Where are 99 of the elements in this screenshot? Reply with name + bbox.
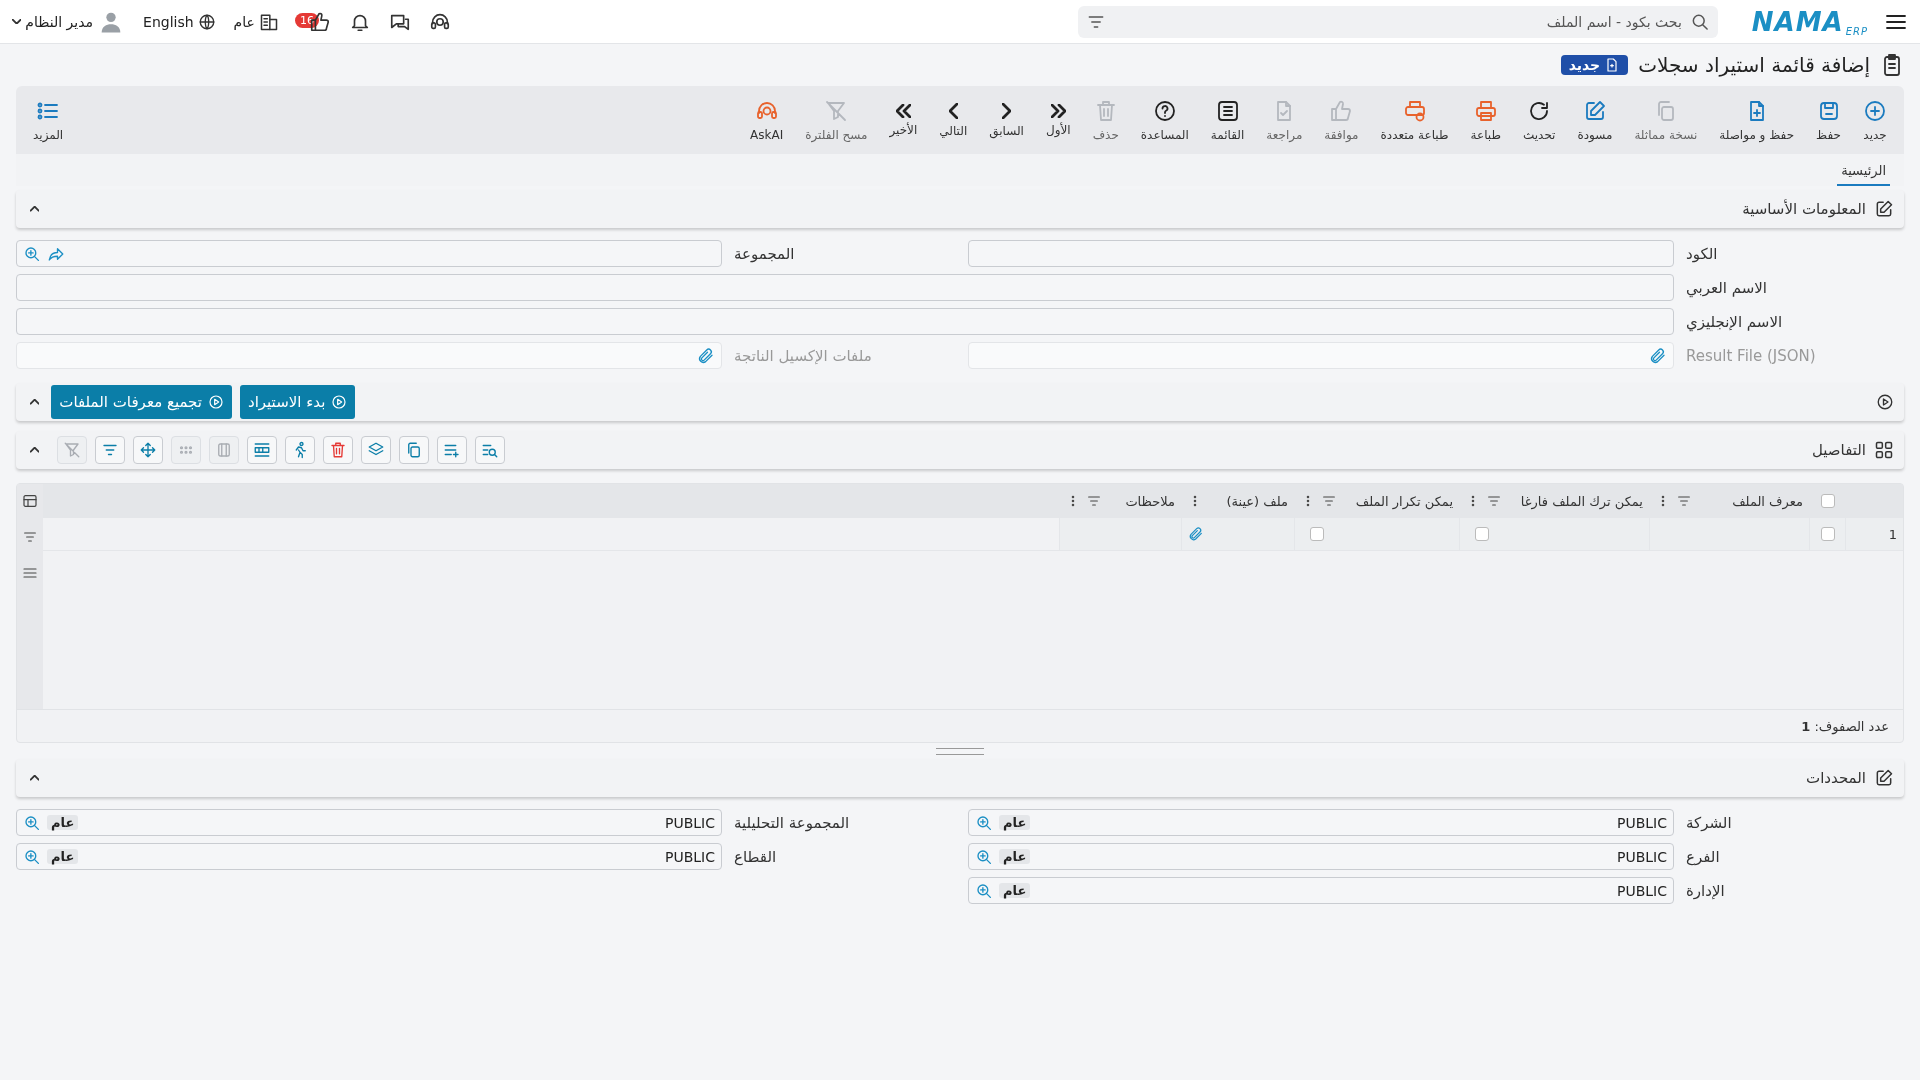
grid-tool-button[interactable]	[437, 436, 468, 464]
grid-tool-button[interactable]	[95, 436, 126, 464]
action-button[interactable]: بدء الاستيراد	[239, 385, 356, 419]
toolbar-button[interactable]: الأخير	[878, 86, 929, 154]
toolbar-button[interactable]: السابق	[978, 86, 1035, 154]
section-title: المعلومات الأساسية	[1742, 200, 1866, 218]
status-badge[interactable]: جديد	[1560, 55, 1629, 75]
input-field[interactable]	[16, 240, 722, 267]
chevron-icon	[30, 447, 40, 453]
grid-tool-button[interactable]	[475, 436, 506, 464]
page-title: إضافة قائمة استيراد سجلات	[1638, 53, 1870, 77]
field-label: القطاع	[734, 847, 777, 866]
search-icon	[975, 813, 993, 832]
field-label: المجموعة التحليلية	[734, 813, 850, 832]
caret-icon	[12, 18, 22, 25]
paperclip-icon	[1188, 526, 1204, 542]
toolbar-button[interactable]: القائمة	[1199, 86, 1256, 154]
search-icon	[975, 847, 993, 866]
field-label: الشركة	[1686, 813, 1732, 832]
chevron-icon	[30, 206, 40, 212]
edit-icon	[1874, 768, 1894, 788]
chip: عام	[999, 883, 1031, 898]
chevron-icon	[30, 399, 40, 405]
splitter-handle[interactable]	[936, 747, 984, 755]
filter-off-icon	[63, 441, 82, 459]
toolbar-button[interactable]: تحديث	[1511, 86, 1567, 154]
action-button[interactable]: تجميع معرفات الملفات	[51, 385, 232, 419]
field-value: PUBLIC	[1616, 814, 1667, 831]
play-icon	[1876, 393, 1894, 411]
chip: عام	[999, 849, 1031, 864]
scope-button[interactable]: عام	[231, 9, 281, 34]
toolbar-button[interactable]: حفظ و مواصلة	[1708, 86, 1806, 154]
field-label: Result File (JSON)	[1686, 346, 1816, 365]
field-value: PUBLIC	[1616, 882, 1667, 899]
input-field[interactable]	[968, 240, 1674, 267]
grid-tool-button[interactable]	[133, 436, 164, 464]
section-title: المحددات	[1806, 769, 1866, 787]
grid-tool-button[interactable]	[285, 436, 316, 464]
checkbox[interactable]	[1475, 527, 1489, 541]
filter-icon	[1086, 493, 1102, 509]
paperclip-icon	[1649, 346, 1667, 365]
menu-icon	[22, 565, 38, 581]
table-row-icon	[253, 441, 272, 459]
search-field[interactable]: بحث بكود - اسم الملف	[1077, 5, 1718, 38]
globe-icon	[197, 12, 216, 31]
search-icon	[975, 881, 993, 900]
field-label: الإدارة	[1686, 881, 1725, 900]
grid-tool-button[interactable]	[323, 436, 354, 464]
toolbar-button[interactable]: المزيد	[22, 86, 75, 154]
chip: عام	[999, 815, 1031, 830]
grid-icon	[1874, 440, 1894, 460]
grid-tool-button[interactable]	[361, 436, 392, 464]
field-label: الكود	[1686, 244, 1718, 263]
toolbar-button[interactable]: طباعة متعددة	[1369, 86, 1460, 154]
row-checkbox[interactable]	[1820, 527, 1835, 541]
toolbar-button[interactable]: طباعة	[1459, 86, 1512, 154]
filter-icon	[22, 529, 38, 545]
toolbar-button[interactable]: حفظ	[1805, 86, 1852, 154]
filter-icon	[1676, 493, 1692, 509]
field-label: ملفات الإكسيل الناتجة	[734, 346, 872, 365]
input-field[interactable]	[16, 308, 1674, 335]
search-icon	[23, 847, 41, 866]
select-all-checkbox[interactable]	[1820, 494, 1835, 508]
filter-icon	[1321, 493, 1337, 509]
play-icon	[331, 394, 348, 410]
field-value: PUBLIC	[664, 848, 715, 865]
section-title: التفاصيل	[1811, 441, 1866, 459]
edit-icon	[1874, 199, 1894, 219]
field-value: PUBLIC	[664, 814, 715, 831]
toolbar-button[interactable]: المساعدة	[1129, 86, 1200, 154]
search-icon	[23, 244, 41, 263]
filter-icon	[1486, 493, 1502, 509]
input-field[interactable]	[16, 274, 1674, 301]
toolbar-button[interactable]: الأول	[1034, 86, 1082, 154]
search-icon	[23, 813, 41, 832]
tab[interactable]: الرئيسية	[1837, 159, 1890, 186]
field-label: الفرع	[1686, 847, 1720, 866]
chip: عام	[47, 815, 79, 830]
move-icon	[139, 441, 158, 459]
chip: عام	[47, 849, 79, 864]
user-menu[interactable]: مدير النظام	[10, 5, 128, 38]
toolbar-button[interactable]: AskAI	[739, 86, 795, 154]
play-icon	[207, 394, 224, 410]
checkbox[interactable]	[1310, 527, 1324, 541]
language-button[interactable]: English	[141, 10, 218, 33]
row-number: 1	[1845, 518, 1903, 550]
grid-tool-button[interactable]	[247, 436, 278, 464]
trash-icon	[329, 441, 348, 459]
toolbar-button[interactable]: مسودة	[1566, 86, 1624, 154]
field-label: الاسم العربي	[1686, 278, 1767, 297]
toolbar-button[interactable]: جديد	[1852, 86, 1898, 154]
field-label: الاسم الإنجليزي	[1686, 312, 1783, 331]
field-label: المجموعة	[734, 244, 795, 263]
field-value: PUBLIC	[1616, 848, 1667, 865]
table-icon	[22, 493, 38, 509]
chevron-icon	[30, 775, 40, 781]
grid-tool-button[interactable]	[399, 436, 430, 464]
paperclip-icon	[697, 346, 715, 365]
toolbar-button[interactable]: التالي	[928, 86, 979, 154]
